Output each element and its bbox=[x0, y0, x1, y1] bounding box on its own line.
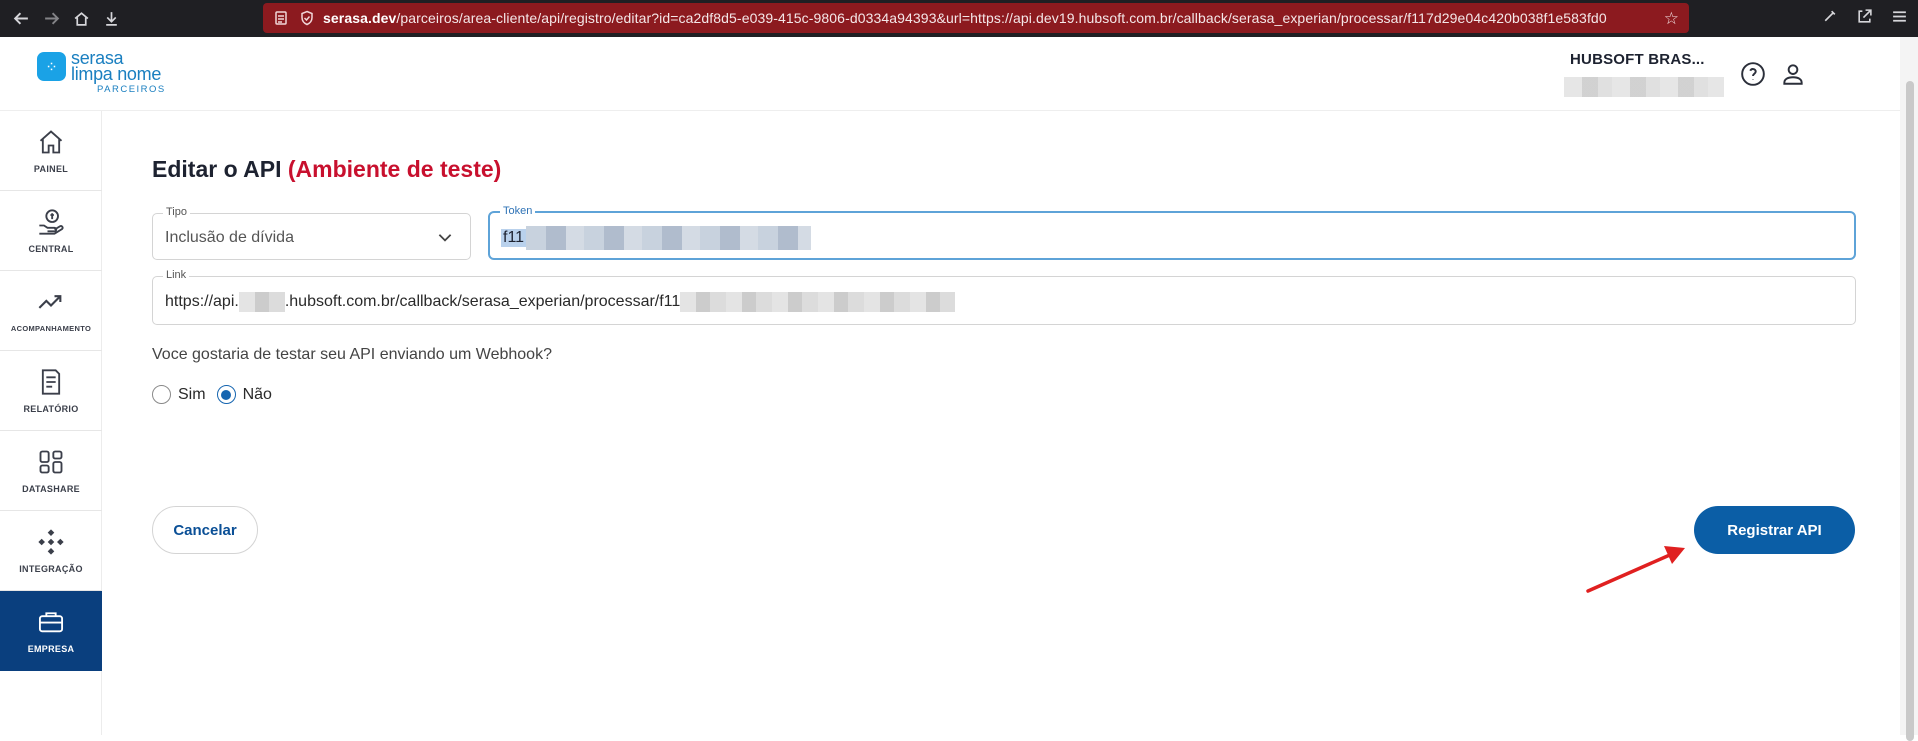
sidebar-item-datashare[interactable]: DATASHARE bbox=[0, 431, 102, 511]
link-field[interactable]: Link https://api. .hubsoft.com.br/callbac… bbox=[152, 269, 1856, 325]
chevron-down-icon[interactable] bbox=[436, 228, 454, 246]
browser-right-tools bbox=[1821, 0, 1908, 37]
token-field[interactable]: Token f11 bbox=[488, 205, 1856, 260]
link-value-wrap: https://api. .hubsoft.com.br/callback/ser… bbox=[165, 292, 956, 312]
sidebar-label-empresa: EMPRESA bbox=[27, 644, 75, 654]
link-redacted-host bbox=[238, 292, 285, 312]
report-icon bbox=[41, 368, 61, 395]
reader-icon[interactable] bbox=[271, 8, 291, 28]
sidebar-item-acompanhamento[interactable]: ACOMPANHAMENTO bbox=[0, 271, 102, 351]
serasa-logo[interactable]: ⁘ serasa limpa nome PARCEIROS bbox=[37, 49, 166, 96]
trend-icon bbox=[38, 295, 62, 309]
sidebar-item-integracao[interactable]: INTEGRAÇÃO bbox=[0, 511, 102, 591]
money-hand-icon bbox=[39, 208, 64, 235]
share-icon[interactable] bbox=[1856, 8, 1873, 30]
logo-line2: limpa nome bbox=[71, 64, 162, 85]
link-label: Link bbox=[163, 269, 190, 281]
logo-text: serasa limpa nome PARCEIROS bbox=[71, 49, 166, 96]
menu-icon[interactable] bbox=[1891, 8, 1908, 30]
link-prefix: https://api. bbox=[165, 293, 239, 311]
sidebar-label-painel: PAINEL bbox=[33, 163, 69, 174]
download-icon[interactable] bbox=[96, 0, 126, 37]
tipo-select[interactable]: Tipo Inclusão de dívida bbox=[152, 206, 471, 260]
sidebar-label-acompanhamento: ACOMPANHAMENTO bbox=[10, 324, 92, 333]
cancel-button[interactable]: Cancelar bbox=[152, 506, 258, 554]
link-middle: .hubsoft.com.br/callback/serasa_experian… bbox=[284, 293, 681, 311]
tipo-value: Inclusão de dívida bbox=[165, 229, 294, 246]
url-text: serasa.dev/parceiros/area-cliente/api/re… bbox=[323, 10, 1645, 26]
sidebar-label-datashare: DATASHARE bbox=[22, 483, 80, 494]
token-label: Token bbox=[500, 205, 536, 217]
page-title-text: Editar o API bbox=[152, 156, 282, 182]
annotation-arrow-icon bbox=[1586, 546, 1685, 593]
integration-icon bbox=[38, 528, 64, 555]
bookmark-star-icon[interactable]: ☆ bbox=[1664, 9, 1679, 29]
page-scrollbar[interactable] bbox=[1900, 37, 1918, 741]
url-path: /parceiros/area-cliente/api/registro/edi… bbox=[396, 10, 1607, 26]
environment-label: (Ambiente de teste) bbox=[287, 156, 502, 182]
scrollbar-thumb[interactable] bbox=[1906, 81, 1914, 741]
back-icon[interactable] bbox=[6, 0, 36, 37]
sidebar-item-central[interactable]: CENTRAL bbox=[0, 191, 102, 271]
browser-toolbar: serasa.dev/parceiros/area-cliente/api/re… bbox=[0, 0, 1918, 37]
sidebar-label-central: CENTRAL bbox=[28, 243, 74, 254]
forward-icon[interactable] bbox=[36, 0, 66, 37]
url-domain: serasa.dev bbox=[323, 10, 397, 26]
webhook-question: Voce gostaria de testar seu API enviando… bbox=[152, 346, 552, 363]
tipo-label: Tipo bbox=[163, 206, 190, 218]
page-title: Editar o API (Ambiente de teste) bbox=[152, 156, 501, 183]
radio-sim-label[interactable]: Sim bbox=[178, 386, 206, 404]
token-value: f11 bbox=[501, 229, 527, 248]
radio-nao[interactable] bbox=[216, 385, 236, 404]
extension-icon[interactable] bbox=[1821, 8, 1838, 30]
sidebar-label-relatorio: RELATÓRIO bbox=[23, 403, 79, 414]
briefcase-icon bbox=[38, 612, 64, 633]
company-name: HUBSOFT BRAS... bbox=[1570, 51, 1705, 68]
sidebar-item-relatorio[interactable]: RELATÓRIO bbox=[0, 351, 102, 431]
radio-nao-label[interactable]: Não bbox=[243, 386, 272, 404]
help-icon[interactable] bbox=[1740, 61, 1766, 87]
sidebar-item-painel[interactable]: PAINEL bbox=[0, 111, 102, 191]
link-redacted-id bbox=[680, 292, 956, 312]
sidebar: PAINEL CENTRAL ACOMPANHAMENTO RELATÓRIO … bbox=[0, 111, 102, 735]
home-browser-icon[interactable] bbox=[66, 0, 96, 37]
logo-mark-icon: ⁘ bbox=[37, 52, 66, 81]
user-icon[interactable] bbox=[1780, 61, 1806, 87]
sidebar-item-empresa[interactable]: EMPRESA bbox=[0, 591, 102, 671]
company-id-redacted bbox=[1564, 77, 1724, 97]
logo-sub: PARCEIROS bbox=[97, 84, 166, 96]
radio-sim[interactable] bbox=[152, 385, 171, 404]
register-api-button[interactable]: Registrar API bbox=[1694, 506, 1855, 554]
token-redacted bbox=[526, 226, 812, 250]
grid-icon bbox=[39, 450, 63, 473]
token-value-wrap: f11 bbox=[501, 226, 812, 250]
home-icon bbox=[39, 129, 63, 153]
app-header: ⁘ serasa limpa nome PARCEIROS HUBSOFT BR… bbox=[0, 37, 1900, 111]
sidebar-label-integracao: INTEGRAÇÃO bbox=[19, 563, 83, 574]
webhook-radio-group: Sim Não bbox=[152, 385, 283, 404]
url-bar[interactable]: serasa.dev/parceiros/area-cliente/api/re… bbox=[263, 3, 1689, 33]
shield-icon[interactable] bbox=[297, 8, 317, 28]
